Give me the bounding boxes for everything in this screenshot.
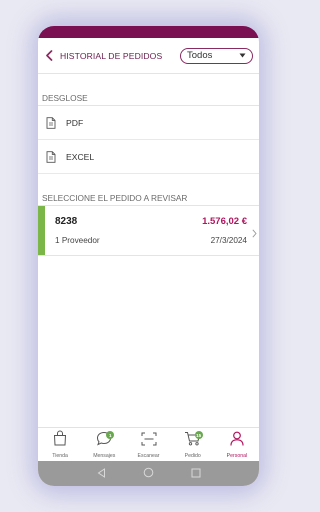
nav-back-icon[interactable] bbox=[97, 465, 106, 483]
nav-recents-icon[interactable] bbox=[191, 465, 201, 483]
order-amount: 1.576,02 € bbox=[202, 216, 247, 227]
shopping-bag-icon bbox=[53, 430, 67, 451]
scan-icon bbox=[141, 432, 157, 451]
person-icon bbox=[230, 431, 244, 451]
nav-home-icon[interactable] bbox=[143, 465, 154, 483]
order-date: 27/3/2024 bbox=[210, 236, 247, 245]
tab-label: Escanear bbox=[137, 453, 160, 459]
chevron-right-icon bbox=[252, 225, 257, 243]
phone-screen: HISTORIAL DE PEDIDOS Todos DESGLOSE PDF … bbox=[38, 26, 259, 486]
tab-escanear[interactable]: Escanear bbox=[126, 428, 170, 461]
filter-value: Todos bbox=[187, 50, 213, 61]
messages-badge: 1 bbox=[106, 431, 115, 439]
caret-down-icon bbox=[239, 50, 246, 61]
tab-label: Personal bbox=[226, 453, 248, 459]
app-header: HISTORIAL DE PEDIDOS Todos bbox=[38, 38, 259, 74]
system-nav-bar bbox=[38, 461, 259, 486]
status-bar bbox=[38, 26, 259, 38]
back-arrow-icon[interactable] bbox=[42, 49, 56, 63]
orders-section-label: SELECCIONE EL PEDIDO A REVISAR bbox=[38, 190, 259, 206]
tab-pedido[interactable]: 15 Pedido bbox=[171, 428, 215, 461]
export-excel-row[interactable]: EXCEL bbox=[38, 140, 259, 174]
order-filter-select[interactable]: Todos bbox=[180, 47, 253, 64]
export-pdf-label: PDF bbox=[66, 117, 84, 128]
order-details: 8238 1.576,02 € 1 Proveedor 27/3/2024 bbox=[45, 206, 259, 255]
bottom-tab-bar: Tienda 1 Mensajes Escanear 15 Pedido Per… bbox=[38, 427, 259, 461]
tab-label: Tienda bbox=[52, 453, 68, 459]
order-suppliers: 1 Proveedor bbox=[55, 236, 100, 245]
order-card[interactable]: 8238 1.576,02 € 1 Proveedor 27/3/2024 bbox=[38, 206, 259, 256]
export-pdf-row[interactable]: PDF bbox=[38, 106, 259, 140]
order-status-bar bbox=[38, 206, 45, 255]
tab-personal[interactable]: Personal bbox=[215, 428, 259, 461]
export-excel-label: EXCEL bbox=[66, 151, 95, 162]
cart-badge: 15 bbox=[194, 431, 203, 439]
tab-label: Mensajes bbox=[93, 453, 116, 459]
tab-label: Pedido bbox=[184, 453, 201, 459]
breakdown-section-label: DESGLOSE bbox=[38, 90, 259, 106]
tab-tienda[interactable]: Tienda bbox=[38, 428, 82, 461]
order-id: 8238 bbox=[55, 216, 78, 227]
document-icon bbox=[46, 150, 56, 163]
page-title: HISTORIAL DE PEDIDOS bbox=[60, 50, 163, 61]
document-icon bbox=[46, 116, 56, 129]
tab-mensajes[interactable]: 1 Mensajes bbox=[82, 428, 126, 461]
